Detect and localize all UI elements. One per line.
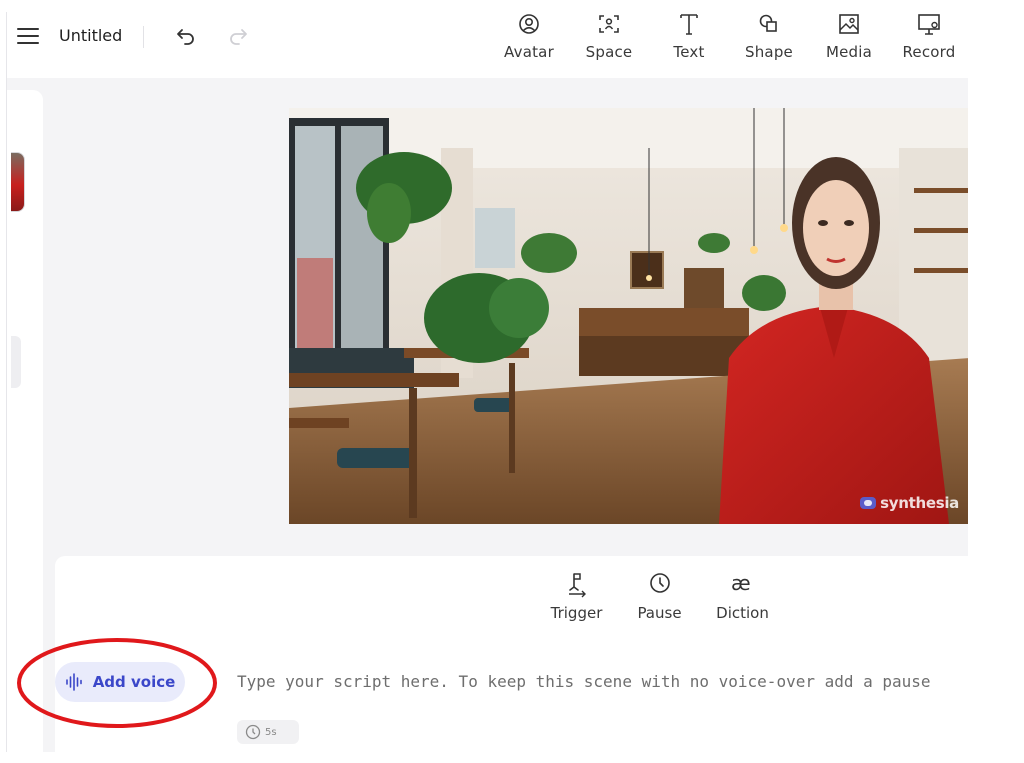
toolbar-record-button[interactable]: Record	[889, 12, 968, 78]
toolbar-shape-label: Shape	[745, 43, 793, 61]
toolbar-shape-button[interactable]: Shape	[729, 12, 809, 78]
redo-icon[interactable]	[227, 24, 249, 46]
diction-button[interactable]: æ Diction	[701, 570, 784, 628]
undo-icon[interactable]	[175, 24, 197, 46]
record-icon	[918, 14, 940, 35]
scene-background-image	[289, 108, 968, 524]
script-panel: Trigger Pause æ Diction Add voice Type y…	[55, 556, 968, 752]
scene-canvas[interactable]: synthesia	[289, 108, 968, 524]
trigger-button[interactable]: Trigger	[535, 570, 618, 628]
toolbar-space-label: Space	[585, 43, 633, 61]
script-toolbar: Trigger Pause æ Diction	[535, 570, 784, 628]
shape-icon	[759, 14, 777, 32]
trigger-label: Trigger	[550, 604, 603, 622]
pause-label: Pause	[637, 604, 682, 622]
clock-icon	[245, 724, 261, 740]
svg-text:æ: æ	[731, 571, 751, 595]
diction-label: Diction	[716, 604, 769, 622]
rail-collapse-handle[interactable]	[11, 336, 21, 388]
space-icon	[599, 15, 619, 33]
script-input[interactable]	[237, 672, 968, 691]
synthesia-logo-icon	[860, 497, 877, 509]
editor-app: Untitled Avatar Space Text Shape Media R…	[6, 12, 968, 752]
add-voice-label: Add voice	[92, 673, 176, 691]
voice-waveform-icon	[65, 673, 82, 691]
document-title[interactable]: Untitled	[59, 26, 122, 45]
watermark-text: synthesia	[880, 494, 959, 512]
media-icon	[839, 14, 859, 34]
hamburger-menu-icon[interactable]	[17, 26, 39, 46]
toolbar-media-button[interactable]: Media	[809, 12, 889, 78]
top-bar: Untitled Avatar Space Text Shape Media R…	[7, 12, 968, 78]
add-voice-button[interactable]: Add voice	[55, 662, 185, 702]
toolbar-avatar-button[interactable]: Avatar	[489, 12, 569, 78]
toolbar-text-label: Text	[673, 43, 705, 61]
toolbar-record-label: Record	[902, 43, 956, 61]
trigger-icon	[568, 573, 586, 598]
pause-button[interactable]: Pause	[618, 570, 701, 628]
toolbar-media-label: Media	[825, 43, 873, 61]
scene-list-rail	[7, 90, 43, 752]
toolbar-avatar-label: Avatar	[504, 43, 554, 61]
insert-toolbar: Avatar Space Text Shape Media Record	[489, 12, 968, 78]
duration-chip[interactable]: 5s	[237, 720, 299, 744]
toolbar-space-button[interactable]: Space	[569, 12, 649, 78]
toolbar-text-button[interactable]: Text	[649, 12, 729, 78]
toolbar-divider	[143, 26, 144, 48]
text-icon	[680, 14, 698, 35]
diction-icon: æ	[731, 571, 751, 595]
avatar-icon	[519, 14, 539, 34]
scene-thumbnail[interactable]	[11, 152, 25, 212]
duration-text: 5s	[265, 726, 277, 738]
synthesia-watermark: synthesia	[860, 494, 959, 512]
clock-icon	[649, 573, 670, 593]
